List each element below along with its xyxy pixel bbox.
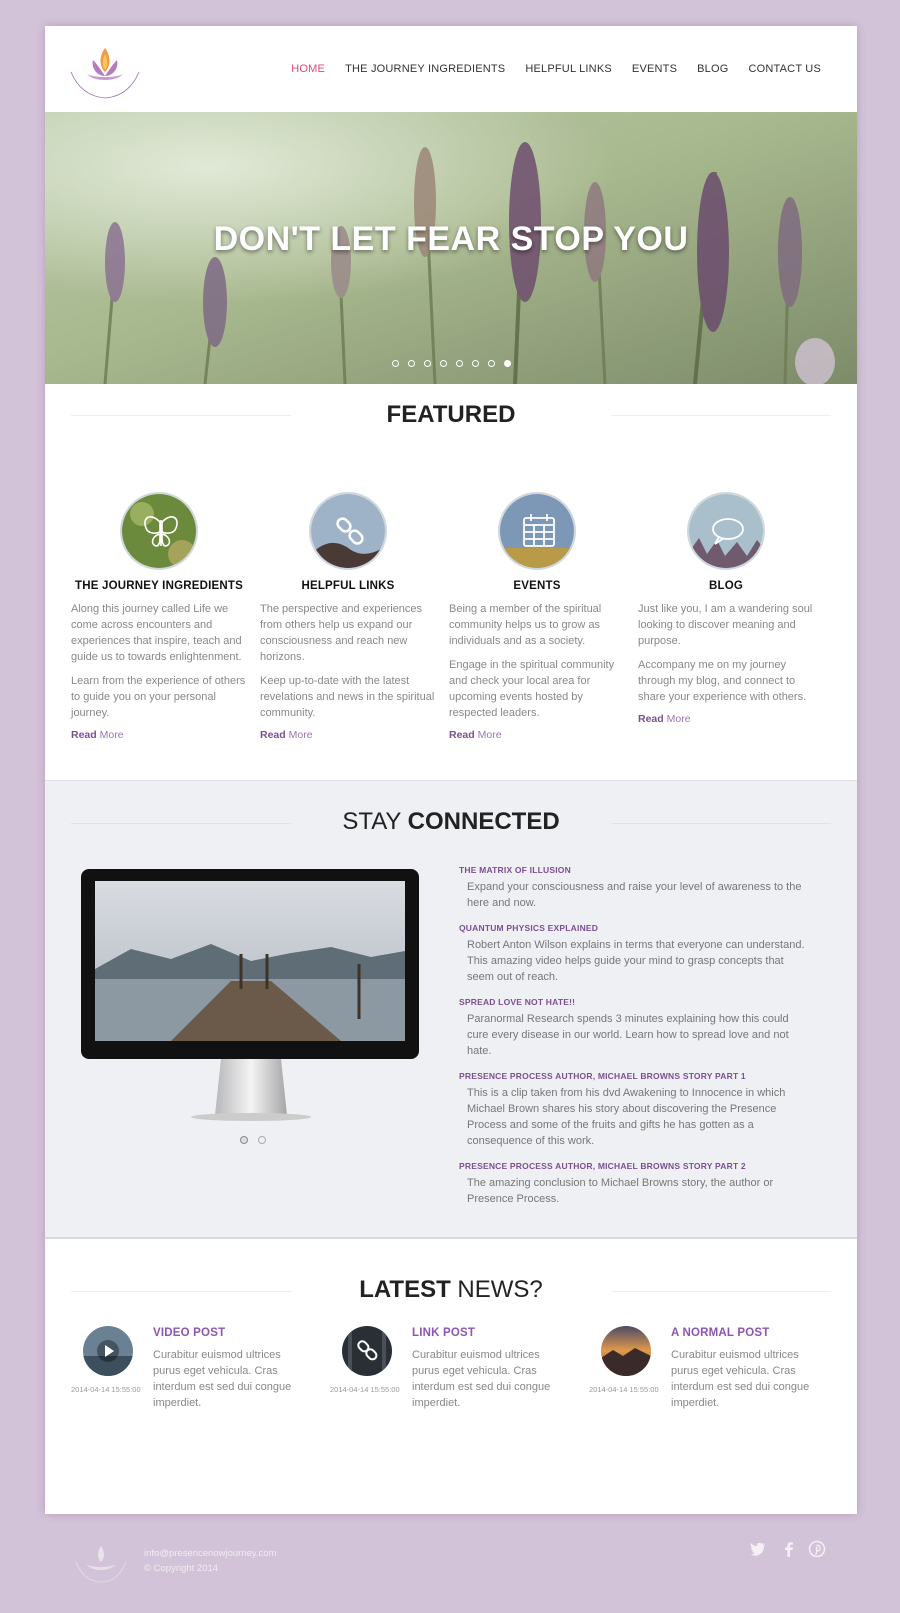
monitor-pagination — [240, 1136, 266, 1144]
nav-contact-us[interactable]: CONTACT US — [749, 63, 822, 75]
nav-home[interactable]: HOME — [291, 63, 325, 75]
stay-connected-title: STAY CONNECTED — [342, 808, 560, 835]
video-title-link[interactable]: QUANTUM PHYSICS EXPLAINED — [459, 923, 811, 933]
hero-title: DON'T LET FEAR STOP YOU — [213, 220, 689, 258]
news-title-link[interactable]: A NORMAL POST — [671, 1327, 769, 1339]
latest-news-title: LATEST NEWS? — [359, 1276, 543, 1303]
feature-heading: EVENTS — [513, 580, 561, 592]
hero-dot[interactable] — [423, 360, 431, 367]
main-nav: HOME THE JOURNEY INGREDIENTS HELPFUL LIN… — [271, 63, 821, 75]
news-item-link: 2014-04-14 15:55:00 LINK POST Curabitur … — [330, 1326, 570, 1426]
feature-image[interactable] — [687, 492, 765, 570]
site-header: HOME THE JOURNEY INGREDIENTS HELPFUL LIN… — [45, 26, 857, 112]
footer-contact: info@presencenowjourney.com © Copyright … — [144, 1546, 277, 1576]
footer-email-link[interactable]: info@presencenowjourney.com — [144, 1546, 277, 1561]
feature-paragraph: Learn from the experience of others to g… — [71, 675, 246, 719]
nav-blog[interactable]: BLOG — [697, 63, 728, 75]
facebook-icon[interactable] — [780, 1540, 798, 1558]
news-date: 2014-04-14 15:55:00 — [330, 1385, 400, 1394]
hero-dot[interactable] — [471, 360, 479, 367]
video-list: THE MATRIX OF ILLUSION Expand your consc… — [459, 865, 811, 1219]
feature-heading: HELPFUL LINKS — [301, 580, 395, 592]
monitor-dot-active[interactable] — [240, 1136, 248, 1144]
news-item-video: 2014-04-14 15:55:00 VIDEO POST Curabitur… — [71, 1326, 311, 1426]
feature-heading: BLOG — [708, 580, 744, 592]
feature-text: Along this journey called Life we come a… — [71, 601, 247, 721]
list-item: QUANTUM PHYSICS EXPLAINED Robert Anton W… — [459, 923, 811, 985]
monitor-dot[interactable] — [258, 1136, 266, 1144]
hero-slider: DON'T LET FEAR STOP YOU — [45, 112, 857, 384]
news-excerpt: Curabitur euismod ultrices purus eget ve… — [153, 1349, 292, 1409]
hero-pagination — [45, 360, 857, 367]
feature-text: Just like you, I am a wandering soul loo… — [638, 601, 814, 705]
news-title-link[interactable]: LINK POST — [412, 1327, 475, 1339]
stay-connected-section: STAY CONNECTED THE MATRIX OF ILLUSION Ex… — [45, 780, 857, 1239]
feature-paragraph: Keep up-to-date with the latest revelati… — [260, 675, 435, 719]
nav-helpful-links[interactable]: HELPFUL LINKS — [525, 63, 612, 75]
news-thumbnail[interactable] — [83, 1326, 133, 1376]
feature-image[interactable] — [498, 492, 576, 570]
news-date: 2014-04-14 15:55:00 — [71, 1385, 141, 1394]
feature-paragraph: The perspective and experiences from oth… — [260, 603, 423, 663]
feature-blog: BLOG Just like you, I am a wandering sou… — [638, 492, 814, 725]
page-container: HOME THE JOURNEY INGREDIENTS HELPFUL LIN… — [45, 26, 857, 1514]
news-excerpt: Curabitur euismod ultrices purus eget ve… — [412, 1349, 551, 1409]
feature-paragraph: Accompany me on my journey through my bl… — [638, 659, 807, 703]
news-thumbnail-sunset[interactable] — [601, 1326, 651, 1376]
list-item: PRESENCE PROCESS AUTHOR, MICHAEL BROWNS … — [459, 1161, 811, 1207]
list-item: THE MATRIX OF ILLUSION Expand your consc… — [459, 865, 811, 911]
news-item-normal: 2014-04-14 15:55:00 A NORMAL POST Curabi… — [589, 1326, 829, 1426]
video-description: This is a clip taken from his dvd Awaken… — [467, 1087, 786, 1147]
hero-dot[interactable] — [455, 360, 463, 367]
nav-events[interactable]: EVENTS — [632, 63, 677, 75]
hero-dot[interactable] — [407, 360, 415, 367]
video-description: Expand your consciousness and raise your… — [467, 881, 802, 909]
video-description: Paranormal Research spends 3 minutes exp… — [467, 1013, 789, 1057]
news-thumbnail[interactable] — [342, 1326, 392, 1376]
feature-heading: THE JOURNEY INGREDIENTS — [75, 580, 243, 592]
feature-journey-ingredients: THE JOURNEY INGREDIENTS Along this journ… — [71, 492, 247, 741]
feature-image[interactable] — [309, 492, 387, 570]
featured-title: FEATURED — [386, 401, 516, 428]
video-title-link[interactable]: PRESENCE PROCESS AUTHOR, MICHAEL BROWNS … — [459, 1071, 811, 1081]
video-title-link[interactable]: SPREAD LOVE NOT HATE!! — [459, 997, 811, 1007]
video-description: The amazing conclusion to Michael Browns… — [467, 1177, 774, 1205]
read-more-link[interactable]: Read More — [449, 729, 625, 741]
pinterest-icon[interactable] — [808, 1540, 826, 1558]
footer-copyright: © Copyright 2014 — [144, 1563, 219, 1574]
twitter-icon[interactable] — [749, 1540, 767, 1558]
footer-logo[interactable] — [72, 1540, 130, 1584]
feature-text: Being a member of the spiritual communit… — [449, 601, 625, 721]
feature-paragraph: Being a member of the spiritual communit… — [449, 603, 602, 647]
hero-dot[interactable] — [439, 360, 447, 367]
feature-paragraph: Along this journey called Life we come a… — [71, 603, 242, 663]
feature-helpful-links: HELPFUL LINKS The perspective and experi… — [260, 492, 436, 741]
news-date: 2014-04-14 15:55:00 — [589, 1385, 659, 1394]
news-title-link[interactable]: VIDEO POST — [153, 1327, 225, 1339]
video-description: Robert Anton Wilson explains in terms th… — [467, 939, 805, 983]
video-monitor[interactable] — [81, 869, 421, 1134]
read-more-link[interactable]: Read More — [638, 713, 814, 725]
read-more-link[interactable]: Read More — [71, 729, 247, 741]
feature-paragraph: Engage in the spiritual community and ch… — [449, 659, 615, 719]
list-item: SPREAD LOVE NOT HATE!! Paranormal Resear… — [459, 997, 811, 1059]
hero-dot-active[interactable] — [503, 360, 511, 367]
hero-dot[interactable] — [391, 360, 399, 367]
feature-paragraph: Just like you, I am a wandering soul loo… — [638, 603, 813, 647]
list-item: PRESENCE PROCESS AUTHOR, MICHAEL BROWNS … — [459, 1071, 811, 1149]
read-more-link[interactable]: Read More — [260, 729, 436, 741]
feature-events: EVENTS Being a member of the spiritual c… — [449, 492, 625, 741]
feature-image[interactable] — [120, 492, 198, 570]
nav-journey-ingredients[interactable]: THE JOURNEY INGREDIENTS — [345, 63, 505, 75]
video-title-link[interactable]: PRESENCE PROCESS AUTHOR, MICHAEL BROWNS … — [459, 1161, 811, 1171]
hero-dot[interactable] — [487, 360, 495, 367]
news-excerpt: Curabitur euismod ultrices purus eget ve… — [671, 1349, 810, 1409]
video-title-link[interactable]: THE MATRIX OF ILLUSION — [459, 865, 811, 875]
feature-text: The perspective and experiences from oth… — [260, 601, 436, 721]
site-logo[interactable] — [65, 38, 145, 102]
